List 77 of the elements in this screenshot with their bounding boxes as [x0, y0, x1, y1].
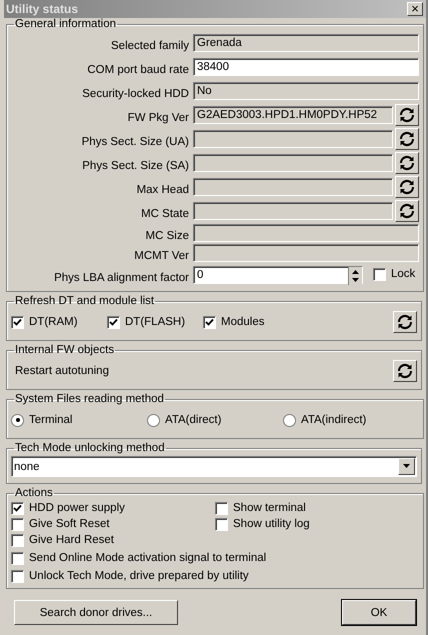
checkbox[interactable] — [11, 570, 24, 582]
field-value: 0 — [197, 268, 204, 282]
refresh-button[interactable] — [393, 360, 417, 382]
field-label: Security-locked HDD — [81, 87, 190, 100]
radio-button[interactable] — [11, 414, 24, 426]
checkbox-label: Send Online Mode activation signal to terminal — [29, 552, 266, 564]
field-label: Phys Sect. Size (SA) — [81, 159, 190, 172]
check-icon — [13, 504, 22, 512]
refresh-button[interactable] — [395, 200, 419, 222]
refresh-button[interactable] — [395, 104, 419, 126]
checkbox[interactable] — [11, 502, 24, 514]
refresh-icon — [399, 179, 415, 195]
checkbox[interactable] — [107, 316, 120, 328]
refresh-button[interactable] — [395, 152, 419, 174]
refresh-button[interactable] — [393, 311, 417, 333]
readonly-field: Grenada — [193, 34, 419, 52]
refresh-icon — [399, 203, 415, 219]
dropdown-arrow-icon — [402, 464, 410, 469]
radio-label: ATA(indirect) — [301, 414, 366, 426]
field-label: Phys LBA alignment factor — [53, 271, 190, 284]
checkbox[interactable] — [373, 268, 386, 281]
checkbox[interactable] — [203, 316, 216, 328]
checkbox-label: Lock — [391, 268, 416, 280]
checkbox[interactable] — [11, 534, 24, 546]
field-label: COM port baud rate — [86, 63, 190, 76]
checkbox[interactable] — [11, 552, 24, 564]
readonly-field: No — [193, 82, 419, 100]
spin-field[interactable]: 0 — [193, 266, 363, 284]
close-button[interactable]: × — [407, 2, 423, 16]
dropdown[interactable]: none — [11, 456, 417, 477]
check-icon — [205, 318, 214, 326]
refresh-icon — [399, 107, 415, 123]
group-title: General information — [14, 18, 117, 31]
check-icon — [13, 318, 22, 326]
checkbox-label: Unlock Tech Mode, drive prepared by utility — [29, 570, 249, 582]
checkbox-label: Give Soft Reset — [29, 518, 110, 530]
refresh-icon — [397, 363, 413, 379]
checkbox-label: Show utility log — [233, 518, 310, 530]
group-title: Internal FW objects — [14, 344, 116, 357]
checkbox[interactable] — [11, 518, 24, 530]
ok-button[interactable]: OK — [342, 600, 416, 625]
group-title: Actions — [14, 487, 54, 500]
refresh-button[interactable] — [395, 128, 419, 150]
search-button[interactable]: Search donor drives... — [14, 600, 178, 625]
input-field[interactable]: 38400 — [193, 58, 419, 76]
field-label: MCMT Ver — [133, 249, 190, 262]
checkbox[interactable] — [215, 518, 228, 530]
field-label: Max Head — [136, 183, 190, 196]
spinner-arrows-icon[interactable] — [348, 267, 362, 285]
group-title: Refresh DT and module list — [14, 295, 156, 308]
checkbox-label: Modules — [221, 316, 264, 328]
field-label: Selected family — [110, 39, 190, 52]
checkbox[interactable] — [11, 316, 24, 328]
readonly-field: G2AED3003.HPD1.HM0PDY.HP52 — [193, 106, 393, 124]
field-label: FW Pkg Ver — [126, 111, 190, 124]
check-icon — [109, 318, 118, 326]
group-title: System Files reading method — [14, 393, 165, 406]
window-title: Utility status — [6, 2, 78, 16]
checkbox-label: Show terminal — [233, 502, 306, 514]
refresh-icon — [399, 155, 415, 171]
refresh-button[interactable] — [395, 176, 419, 198]
field-label: MC State — [140, 207, 190, 220]
checkbox-label: DT(FLASH) — [125, 316, 186, 328]
field-label: MC Size — [144, 229, 190, 242]
radio-button[interactable] — [147, 414, 160, 426]
checkbox-label: HDD power supply — [29, 502, 125, 514]
radio-label: Terminal — [29, 414, 72, 426]
radio-label: ATA(direct) — [165, 414, 222, 426]
field-label: Phys Sect. Size (UA) — [80, 135, 190, 148]
object-label: Restart autotuning — [14, 365, 109, 377]
group-title: Tech Mode unlocking method — [14, 442, 166, 455]
checkbox-label: Give Hard Reset — [29, 534, 114, 546]
checkbox-label: DT(RAM) — [29, 316, 78, 328]
radio-button[interactable] — [283, 414, 296, 426]
refresh-icon — [397, 314, 413, 330]
checkbox[interactable] — [215, 502, 228, 514]
refresh-icon — [399, 131, 415, 147]
